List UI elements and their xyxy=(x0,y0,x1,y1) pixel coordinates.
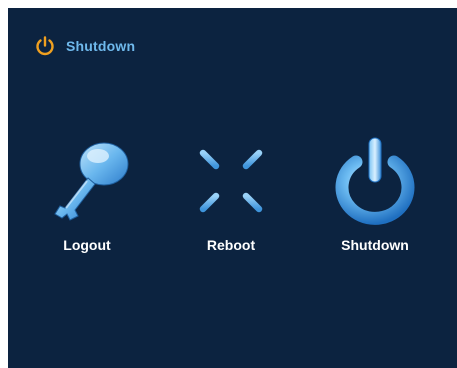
reboot-label: Reboot xyxy=(206,237,256,253)
reboot-spinner-icon xyxy=(176,136,286,228)
shutdown-button[interactable]: Shutdown xyxy=(320,136,430,272)
logout-button[interactable]: Logout xyxy=(32,136,142,272)
dialog-title: Shutdown xyxy=(66,38,136,54)
logout-label: Logout xyxy=(63,237,111,253)
power-button-icon xyxy=(320,136,430,228)
reboot-button[interactable]: Reboot xyxy=(176,136,286,272)
dialog-header: Shutdown xyxy=(34,34,135,58)
shutdown-label: Shutdown xyxy=(341,237,409,253)
power-icon xyxy=(34,35,56,57)
key-icon xyxy=(32,136,142,228)
shutdown-dialog: Shutdown Logout Reboot Shutdown xyxy=(8,8,457,368)
